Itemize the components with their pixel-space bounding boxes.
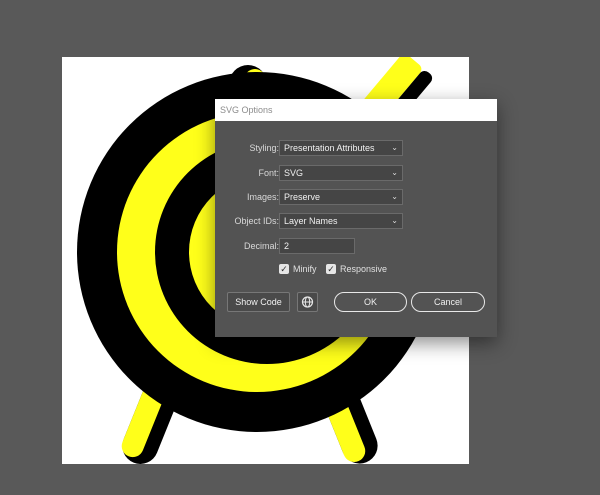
object-ids-value: Layer Names (284, 216, 338, 226)
styling-value: Presentation Attributes (284, 143, 375, 153)
images-select[interactable]: Preserve ⌄ (279, 189, 403, 205)
chevron-down-icon: ⌄ (391, 216, 398, 225)
styling-label: Styling: (249, 143, 279, 153)
svg-options-dialog: SVG Options Styling: Presentation Attrib… (215, 99, 497, 337)
font-label: Font: (258, 168, 279, 178)
decimal-label: Decimal: (243, 241, 279, 251)
dialog-title[interactable]: SVG Options (215, 99, 497, 121)
chevron-down-icon: ⌄ (391, 192, 398, 201)
responsive-label: Responsive (340, 264, 388, 274)
styling-row: Styling: Presentation Attributes ⌄ (215, 140, 497, 156)
chevron-down-icon: ⌄ (391, 143, 398, 152)
cancel-button[interactable]: Cancel (411, 292, 485, 312)
decimal-input[interactable]: 2 (279, 238, 355, 254)
object-ids-row: Object IDs: Layer Names ⌄ (215, 213, 497, 229)
object-ids-label: Object IDs: (234, 216, 279, 226)
globe-icon (301, 296, 314, 308)
font-row: Font: SVG ⌄ (215, 165, 497, 181)
styling-select[interactable]: Presentation Attributes ⌄ (279, 140, 403, 156)
minify-label: Minify (293, 264, 317, 274)
responsive-checkbox[interactable]: ✓ Responsive (326, 262, 387, 276)
font-value: SVG (284, 168, 304, 178)
web-preview-button[interactable] (297, 292, 318, 312)
images-row: Images: Preserve ⌄ (215, 189, 497, 205)
check-icon: ✓ (279, 264, 289, 274)
decimal-row: Decimal: 2 (215, 238, 497, 254)
chevron-down-icon: ⌄ (391, 168, 398, 177)
font-select[interactable]: SVG ⌄ (279, 165, 403, 181)
images-label: Images: (246, 192, 279, 202)
ok-button[interactable]: OK (334, 292, 407, 312)
show-code-button[interactable]: Show Code (227, 292, 290, 312)
check-icon: ✓ (326, 264, 336, 274)
minify-checkbox[interactable]: ✓ Minify (279, 262, 317, 276)
checkbox-row: ✓ Minify ✓ Responsive (215, 262, 497, 278)
images-value: Preserve (284, 192, 321, 202)
object-ids-select[interactable]: Layer Names ⌄ (279, 213, 403, 229)
